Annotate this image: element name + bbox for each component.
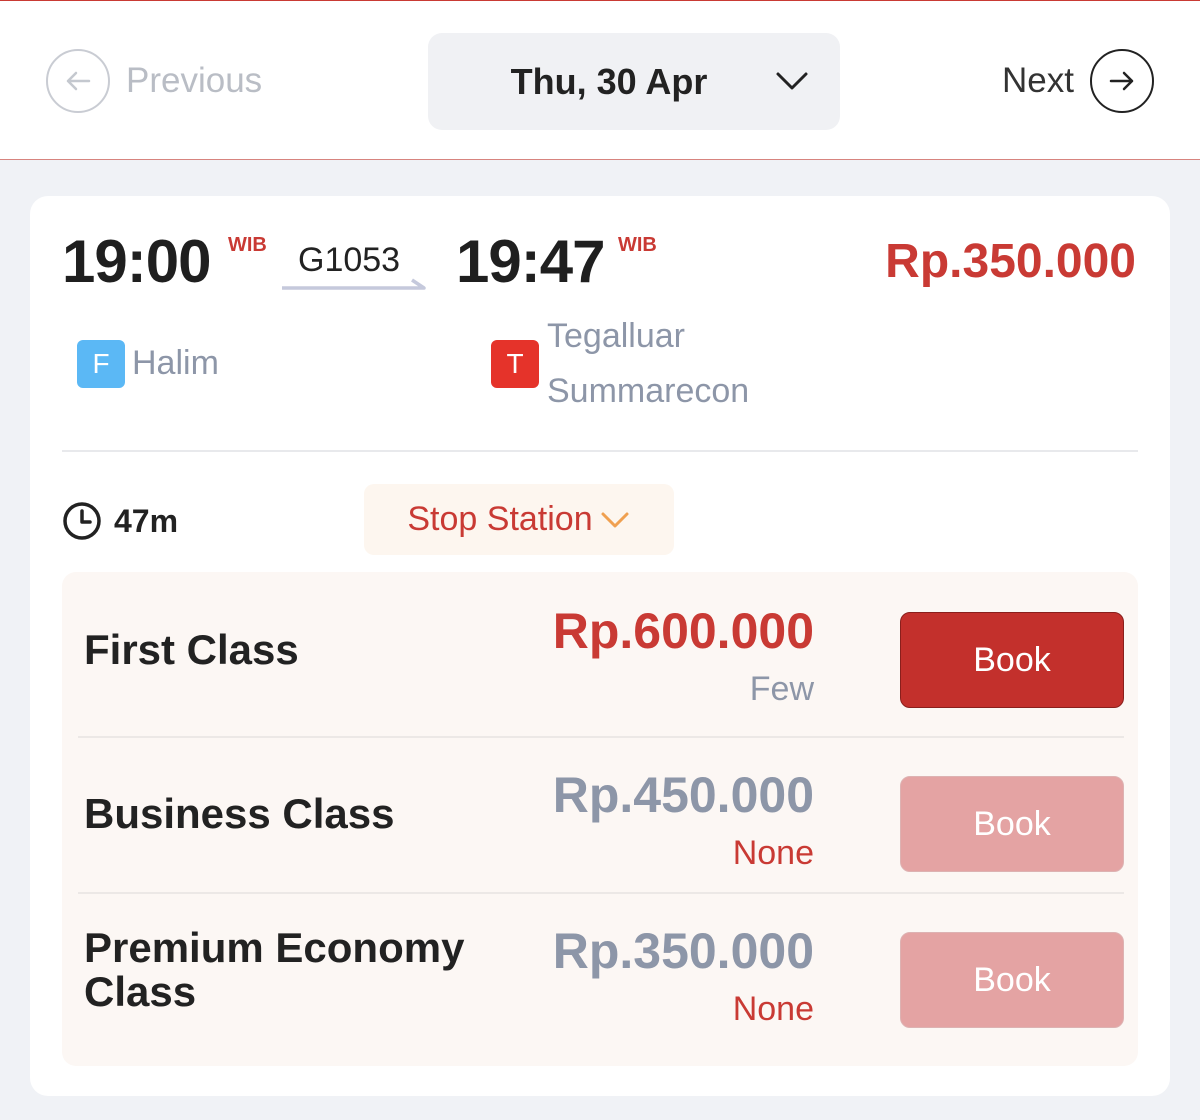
class-row: First Class Rp.600.000 Few Book <box>62 572 1138 728</box>
class-price: Rp.600.000 <box>552 603 814 659</box>
arrow-left-circle-icon <box>46 49 110 113</box>
departure-timezone: WIB <box>228 234 267 256</box>
class-row: Premium Economy Class Rp.350.000 None Bo… <box>62 892 1138 1048</box>
chevron-down-icon <box>776 72 808 90</box>
class-name: First Class <box>84 626 299 673</box>
book-premium-economy-class-button[interactable]: Book <box>900 932 1124 1028</box>
book-first-class-button[interactable]: Book <box>900 612 1124 708</box>
card-divider <box>62 450 1138 452</box>
stop-station-button[interactable]: Stop Station <box>364 484 674 555</box>
train-number: G1053 <box>298 241 401 279</box>
book-business-class-button[interactable]: Book <box>900 776 1124 872</box>
origin-station-name: Halim <box>132 344 219 382</box>
chevron-down-icon <box>601 512 629 527</box>
clock-icon <box>63 502 101 540</box>
destination-station-name-line2: Summarecon <box>547 372 750 410</box>
class-availability: None <box>732 990 814 1028</box>
duration-text: 47m <box>114 502 179 539</box>
train-card: 19:00 WIB G1053 19:47 WIB Rp.350.000 F H… <box>30 196 1170 1096</box>
class-name: Business Class <box>84 790 395 837</box>
origin-station-badge: F <box>77 340 125 388</box>
destination-station-badge: T <box>491 340 539 388</box>
date-navigation-bar: Previous Thu, 30 Apr Next <box>0 0 1200 160</box>
trip-duration: 47m <box>62 500 178 542</box>
class-name: Premium Economy Class <box>84 924 465 1015</box>
stop-station-label: Stop Station <box>407 500 593 538</box>
selected-date: Thu, 30 Apr <box>510 60 708 102</box>
class-row: Business Class Rp.450.000 None Book <box>62 736 1138 892</box>
arrival-timezone: WIB <box>618 234 657 256</box>
class-availability: None <box>732 834 814 872</box>
previous-day-button[interactable]: Previous <box>46 49 262 113</box>
next-label: Next <box>1002 61 1074 100</box>
destination-station-name-line1: Tegalluar <box>547 317 685 355</box>
class-price: Rp.450.000 <box>552 767 814 823</box>
class-price: Rp.350.000 <box>552 923 814 979</box>
date-dropdown[interactable]: Thu, 30 Apr <box>428 33 840 130</box>
departure-time: 19:00 <box>62 228 211 295</box>
arrow-right-circle-icon <box>1090 49 1154 113</box>
next-day-button[interactable]: Next <box>1002 49 1154 113</box>
class-availability: Few <box>749 670 814 708</box>
route-arrow-icon <box>282 278 426 290</box>
arrival-time: 19:47 <box>456 228 605 295</box>
lowest-price: Rp.350.000 <box>885 235 1136 288</box>
seat-class-list: First Class Rp.600.000 Few Book Business… <box>62 572 1138 1066</box>
previous-label: Previous <box>126 61 263 100</box>
